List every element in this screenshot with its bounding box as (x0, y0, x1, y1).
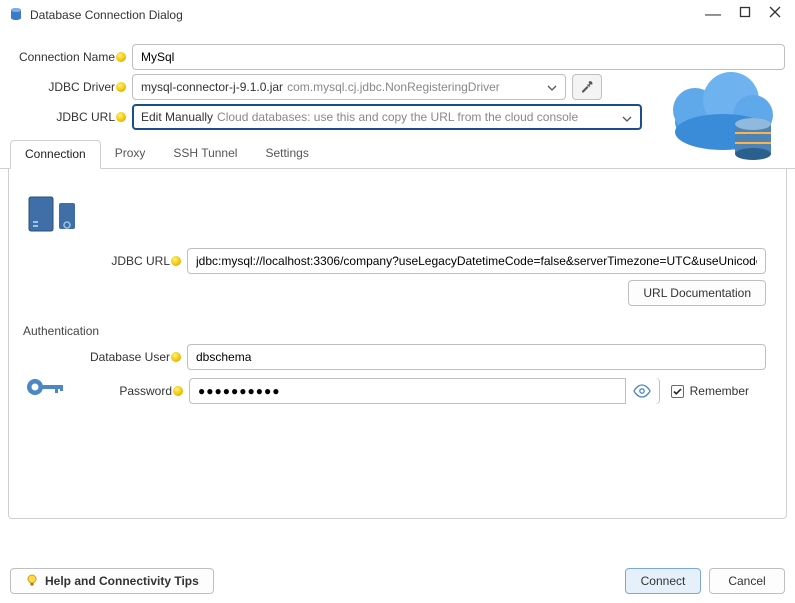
dialog-footer: Help and Connectivity Tips Connect Cance… (0, 559, 795, 603)
tab-connection[interactable]: Connection (10, 140, 101, 169)
tab-settings[interactable]: Settings (251, 140, 322, 168)
reveal-password-button[interactable] (625, 378, 659, 404)
minimize-button[interactable]: — (705, 6, 721, 24)
tabs: Connection Proxy SSH Tunnel Settings (0, 140, 795, 169)
chevron-down-icon (547, 82, 557, 96)
database-user-input[interactable] (187, 344, 766, 370)
url-documentation-button[interactable]: URL Documentation (628, 280, 766, 306)
jdbc-driver-label: JDBC Driver (0, 80, 128, 94)
jdbc-url-mode-value: Edit Manually (141, 110, 213, 124)
window-title: Database Connection Dialog (30, 8, 705, 22)
tools-icon (579, 79, 595, 95)
app-icon (8, 6, 24, 25)
connection-name-input[interactable] (132, 44, 785, 70)
key-icon (25, 374, 65, 403)
title-bar: Database Connection Dialog — (0, 0, 795, 30)
driver-settings-button[interactable] (572, 74, 602, 100)
database-user-label: Database User (19, 350, 183, 364)
lightbulb-icon (171, 352, 181, 362)
chevron-down-icon (622, 113, 632, 127)
authentication-section-title: Authentication (23, 324, 776, 338)
server-illustration (23, 189, 776, 240)
lightbulb-icon (25, 573, 39, 590)
password-label: Password (69, 384, 185, 398)
lightbulb-icon (116, 112, 126, 122)
lightbulb-icon (116, 82, 126, 92)
help-tips-button[interactable]: Help and Connectivity Tips (10, 568, 214, 594)
jdbc-url-label: JDBC URL (0, 110, 128, 124)
check-icon (672, 386, 683, 397)
lightbulb-icon (171, 256, 181, 266)
jdbc-driver-value: mysql-connector-j-9.1.0.jar (141, 80, 283, 94)
jdbc-url-inner-label: JDBC URL (19, 254, 183, 268)
connection-panel: JDBC URL URL Documentation Authenticatio… (8, 169, 787, 519)
remember-checkbox[interactable]: Remember (671, 384, 749, 398)
tab-ssh-tunnel[interactable]: SSH Tunnel (159, 140, 251, 168)
jdbc-url-mode-dropdown[interactable]: Edit Manually Cloud databases: use this … (132, 104, 642, 130)
close-button[interactable] (769, 6, 781, 24)
eye-icon (633, 384, 651, 398)
tab-proxy[interactable]: Proxy (101, 140, 160, 168)
connection-name-label: Connection Name (0, 50, 128, 64)
lightbulb-icon (116, 52, 126, 62)
jdbc-url-input[interactable] (187, 248, 766, 274)
jdbc-driver-class: com.mysql.cj.jdbc.NonRegisteringDriver (287, 80, 500, 94)
jdbc-driver-dropdown[interactable]: mysql-connector-j-9.1.0.jar com.mysql.cj… (132, 74, 566, 100)
connect-button[interactable]: Connect (625, 568, 701, 594)
password-input[interactable] (189, 378, 660, 404)
cancel-button[interactable]: Cancel (709, 568, 785, 594)
jdbc-url-mode-hint: Cloud databases: use this and copy the U… (217, 110, 578, 124)
maximize-button[interactable] (739, 6, 751, 24)
lightbulb-icon (173, 386, 183, 396)
